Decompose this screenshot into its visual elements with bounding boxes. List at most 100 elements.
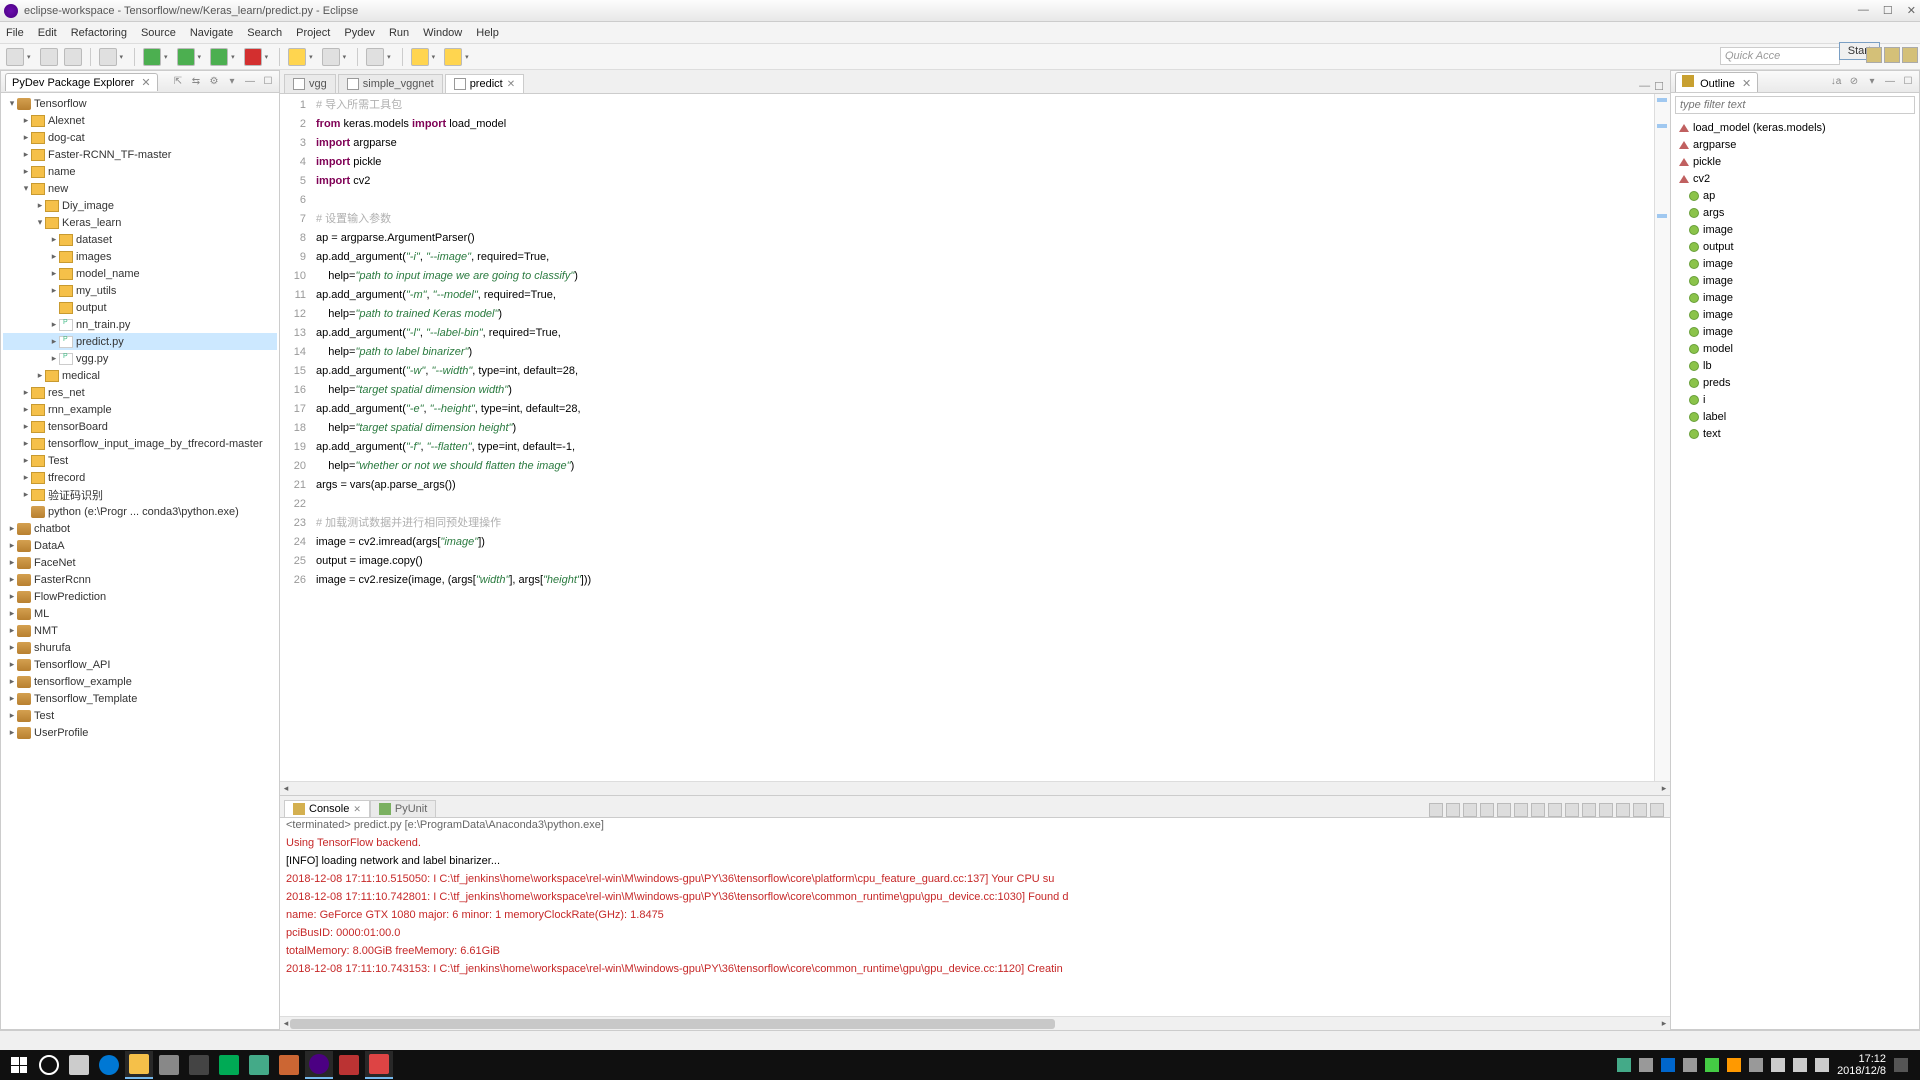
tree-toggle-icon[interactable]: ▸	[21, 438, 31, 449]
scrollbar-thumb[interactable]	[290, 1019, 1055, 1029]
perspective-pydev-icon[interactable]	[1866, 47, 1882, 63]
dropdown-icon[interactable]: ▾	[231, 53, 235, 61]
hide-fields-icon[interactable]: ⊘	[1847, 75, 1861, 89]
app-icon-5[interactable]	[365, 1051, 393, 1079]
cortana-icon[interactable]	[35, 1051, 63, 1079]
menu-window[interactable]: Window	[423, 27, 462, 39]
console-btn-9[interactable]	[1565, 803, 1579, 817]
tree-toggle-icon[interactable]: ▸	[7, 540, 17, 551]
tree-toggle-icon[interactable]: ▸	[7, 625, 17, 636]
view-menu-icon[interactable]: ▾	[225, 75, 239, 89]
menu-pydev[interactable]: Pydev	[344, 27, 375, 39]
maximize-button[interactable]: ☐	[1883, 4, 1893, 17]
tree-toggle-icon[interactable]: ▸	[7, 523, 17, 534]
console-btn-4[interactable]	[1480, 803, 1494, 817]
tree-toggle-icon[interactable]: ▸	[7, 693, 17, 704]
task-view-icon[interactable]	[65, 1051, 93, 1079]
dropdown-icon[interactable]: ▾	[198, 53, 202, 61]
dropdown-icon[interactable]: ▾	[432, 53, 436, 61]
tree-item[interactable]: ▾ Keras_learn	[3, 214, 277, 231]
menu-help[interactable]: Help	[476, 27, 499, 39]
tree-toggle-icon[interactable]: ▸	[21, 115, 31, 126]
tree-item[interactable]: ▸ res_net	[3, 384, 277, 401]
tree-toggle-icon[interactable]: ▸	[7, 591, 17, 602]
close-icon[interactable]: ✕	[141, 77, 150, 89]
tree-item[interactable]: ▾ new	[3, 180, 277, 197]
close-icon[interactable]: ✕	[507, 79, 515, 90]
tree-toggle-icon[interactable]: ▸	[7, 608, 17, 619]
debug-config-button[interactable]	[99, 48, 117, 66]
code-editor[interactable]: 1234567891011121314151617181920212223242…	[280, 94, 1670, 781]
eclipse-taskbar-icon[interactable]	[305, 1051, 333, 1079]
menu-edit[interactable]: Edit	[38, 27, 57, 39]
tray-icon[interactable]	[1727, 1058, 1741, 1072]
tree-toggle-icon[interactable]: ▸	[49, 319, 59, 330]
tree-toggle-icon[interactable]: ▸	[7, 727, 17, 738]
dropdown-icon[interactable]: ▾	[309, 53, 313, 61]
tree-item[interactable]: ▸ vgg.py	[3, 350, 277, 367]
notification-icon[interactable]	[1894, 1058, 1908, 1072]
tree-item[interactable]: ▸ tensorflow_input_image_by_tfrecord-mas…	[3, 435, 277, 452]
package-explorer-tab[interactable]: PyDev Package Explorer ✕	[5, 73, 158, 91]
minimize-panel-icon[interactable]: —	[243, 75, 257, 89]
dropdown-icon[interactable]: ▾	[27, 53, 31, 61]
minimize-editor-icon[interactable]: —	[1639, 80, 1650, 93]
taskbar-clock[interactable]: 17:12 2018/12/8	[1837, 1053, 1886, 1077]
tree-item[interactable]: ▸ my_utils	[3, 282, 277, 299]
collapse-all-icon[interactable]: ⇱	[171, 75, 185, 89]
maximize-panel-icon[interactable]: ☐	[1901, 75, 1915, 89]
tree-toggle-icon[interactable]: ▸	[21, 421, 31, 432]
sort-icon[interactable]: ↓a	[1829, 75, 1843, 89]
outline-item[interactable]: image	[1675, 306, 1915, 323]
outline-item[interactable]: args	[1675, 204, 1915, 221]
tree-item[interactable]: ▸ DataA	[3, 537, 277, 554]
tree-toggle-icon[interactable]: ▸	[21, 149, 31, 160]
close-icon[interactable]: ✕	[353, 804, 361, 815]
console-btn-11[interactable]	[1599, 803, 1613, 817]
tree-item[interactable]: ▸ Diy_image	[3, 197, 277, 214]
tree-toggle-icon[interactable]: ▸	[35, 200, 45, 211]
outline-item[interactable]: load_model (keras.models)	[1675, 119, 1915, 136]
tree-item[interactable]: ▸ medical	[3, 367, 277, 384]
tree-toggle-icon[interactable]: ▾	[35, 217, 45, 228]
tree-toggle-icon[interactable]: ▸	[21, 166, 31, 177]
tree-toggle-icon[interactable]: ▸	[49, 251, 59, 262]
quick-access-input[interactable]: Quick Acce	[1720, 47, 1840, 65]
app-icon-3[interactable]	[275, 1051, 303, 1079]
tree-toggle-icon[interactable]: ▸	[7, 642, 17, 653]
tree-toggle-icon[interactable]: ▸	[21, 132, 31, 143]
menu-project[interactable]: Project	[296, 27, 330, 39]
console-output[interactable]: Using TensorFlow backend. [INFO] loading…	[280, 832, 1670, 1016]
outline-item[interactable]: text	[1675, 425, 1915, 442]
console-btn-2[interactable]	[1446, 803, 1460, 817]
console-btn-7[interactable]	[1531, 803, 1545, 817]
tree-item[interactable]: ▸ tensorflow_example	[3, 673, 277, 690]
start-menu-button[interactable]	[5, 1051, 33, 1079]
tree-toggle-icon[interactable]: ▸	[7, 659, 17, 670]
editor-tab[interactable]: predict✕	[445, 74, 524, 93]
tree-item[interactable]: python (e:\Progr ... conda3\python.exe)	[3, 503, 277, 520]
menu-source[interactable]: Source	[141, 27, 176, 39]
console-btn-10[interactable]	[1582, 803, 1596, 817]
outline-item[interactable]: i	[1675, 391, 1915, 408]
tray-icon[interactable]	[1683, 1058, 1697, 1072]
tree-item[interactable]: ▸ NMT	[3, 622, 277, 639]
outline-tab[interactable]: Outline ✕	[1675, 72, 1758, 92]
tree-item[interactable]: ▸ predict.py	[3, 333, 277, 350]
app-icon-1[interactable]	[215, 1051, 243, 1079]
tree-toggle-icon[interactable]: ▸	[49, 268, 59, 279]
back-button[interactable]	[411, 48, 429, 66]
tree-item[interactable]: ▸ rnn_example	[3, 401, 277, 418]
tree-item[interactable]: ▸ FlowPrediction	[3, 588, 277, 605]
minimize-button[interactable]: —	[1858, 4, 1869, 17]
minimize-panel-icon[interactable]: —	[1883, 75, 1897, 89]
new-button[interactable]	[6, 48, 24, 66]
dropdown-icon[interactable]: ▾	[343, 53, 347, 61]
tree-item[interactable]: ▸ Tensorflow_Template	[3, 690, 277, 707]
tree-toggle-icon[interactable]: ▸	[21, 489, 31, 500]
outline-item[interactable]: preds	[1675, 374, 1915, 391]
tree-item[interactable]: ▸ name	[3, 163, 277, 180]
outline-item[interactable]: ap	[1675, 187, 1915, 204]
maximize-editor-icon[interactable]: ☐	[1654, 80, 1664, 93]
network-icon[interactable]	[1771, 1058, 1785, 1072]
